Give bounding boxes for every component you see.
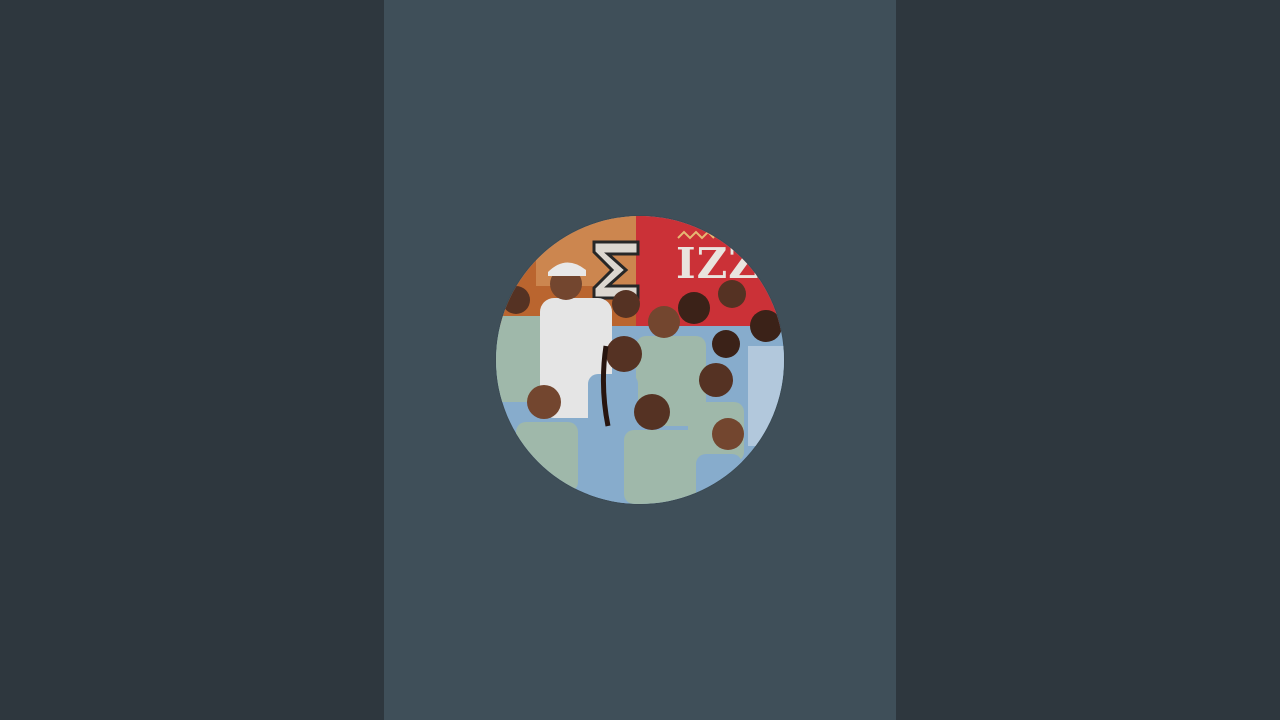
video-viewport: IZZ [0, 0, 1280, 720]
group-photo-icon: IZZ [496, 216, 784, 504]
video-stage: IZZ [384, 0, 896, 720]
participant-avatar[interactable]: IZZ [496, 216, 784, 504]
